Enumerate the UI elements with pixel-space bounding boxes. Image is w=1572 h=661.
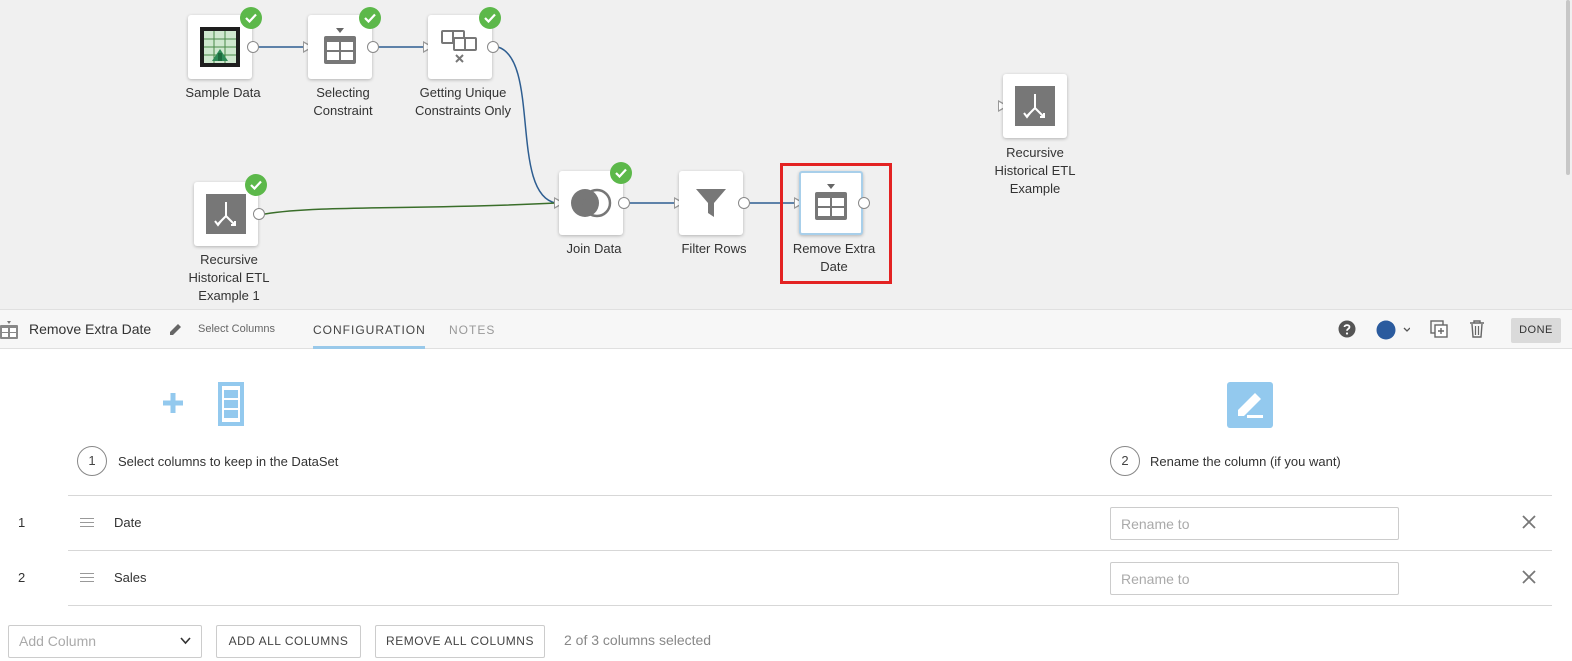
- step-number-2: 2: [1110, 446, 1140, 476]
- node-label-recursive-etl: Recursive Historical ETL Example: [994, 145, 1076, 196]
- close-icon[interactable]: [1522, 515, 1536, 529]
- selected-columns-count: 2 of 3 columns selected: [564, 632, 712, 648]
- remove-all-columns-button[interactable]: REMOVE ALL COLUMNS: [375, 625, 545, 658]
- spreadsheet-icon: [200, 27, 240, 67]
- etl-canvas[interactable]: Sample Data Selecting Constraint Getting…: [0, 0, 1572, 309]
- configuration-panel: 1 Select columns to keep in the DataSet …: [0, 349, 1572, 661]
- output-port[interactable]: [253, 208, 265, 220]
- success-check-icon: [245, 174, 267, 196]
- dataset-output-icon: [1015, 86, 1055, 126]
- node-label-recursive-etl-1: Recursive Historical ETL Example 1: [188, 252, 270, 303]
- select-columns-icon: [0, 321, 18, 339]
- drag-handle-icon[interactable]: [80, 573, 94, 585]
- node-label-join-data: Join Data: [566, 241, 622, 256]
- canvas-scrollbar[interactable]: [1566, 0, 1570, 175]
- output-port[interactable]: [487, 41, 499, 53]
- node-label-unique-constraints: Getting Unique Constraints Only: [414, 85, 512, 118]
- row-divider: [68, 495, 1552, 496]
- row-index: 1: [18, 515, 26, 530]
- filter-icon: [696, 189, 726, 217]
- column-name: Sales: [114, 570, 147, 585]
- output-port[interactable]: [367, 41, 379, 53]
- add-column-placeholder: Add Column: [19, 633, 97, 649]
- rename-input[interactable]: [1110, 562, 1399, 595]
- row-divider: [68, 605, 1552, 606]
- rename-input[interactable]: [1110, 507, 1399, 540]
- success-check-icon: [359, 7, 381, 29]
- output-port[interactable]: [618, 197, 630, 209]
- node-label-sample-data: Sample Data: [185, 85, 261, 100]
- success-check-icon: [479, 7, 501, 29]
- drag-handle-icon[interactable]: [80, 518, 94, 530]
- pencil-icon[interactable]: [168, 322, 183, 337]
- duplicate-icon[interactable]: [1430, 320, 1448, 338]
- node-filter-rows[interactable]: [679, 171, 743, 235]
- color-picker-icon[interactable]: [1376, 320, 1410, 340]
- chevron-down-icon: [180, 637, 191, 645]
- tab-configuration[interactable]: CONFIGURATION: [313, 323, 426, 337]
- node-label-selecting-constraint: Selecting Constraint: [313, 85, 373, 118]
- wire-unique-to-join: [497, 46, 557, 204]
- success-check-icon: [610, 162, 632, 184]
- close-icon[interactable]: [1522, 570, 1536, 584]
- output-port[interactable]: [738, 197, 750, 209]
- step-number-1: 1: [77, 446, 107, 476]
- add-all-columns-button[interactable]: ADD ALL COLUMNS: [216, 625, 361, 658]
- column-name: Date: [114, 515, 142, 530]
- done-button[interactable]: DONE: [1511, 318, 1561, 343]
- select-columns-icon: [324, 28, 356, 64]
- step-1-instruction: Select columns to keep in the DataSet: [118, 454, 339, 469]
- trash-icon[interactable]: [1469, 320, 1485, 338]
- node-recursive-etl[interactable]: [1003, 74, 1067, 138]
- tab-notes[interactable]: NOTES: [449, 323, 495, 337]
- output-port[interactable]: [247, 41, 259, 53]
- tile-type-label: Select Columns: [198, 323, 276, 335]
- help-icon[interactable]: [1338, 320, 1356, 338]
- join-icon: [571, 188, 612, 218]
- node-label-filter-rows: Filter Rows: [681, 241, 747, 256]
- row-index: 2: [18, 570, 26, 585]
- step-2-instruction: Rename the column (if you want): [1150, 454, 1341, 469]
- tile-toolbar: Remove Extra Date Select Columns CONFIGU…: [0, 309, 1572, 349]
- success-check-icon: [240, 7, 262, 29]
- wire-recursive-to-join: [264, 202, 557, 215]
- remove-duplicates-icon: [441, 30, 477, 63]
- selection-highlight: [780, 163, 892, 284]
- add-columns-icon: [163, 382, 244, 426]
- rename-icon: [1227, 382, 1273, 428]
- add-column-dropdown[interactable]: Add Column: [8, 625, 202, 658]
- dataset-input-icon: [206, 194, 246, 234]
- tile-title: Remove Extra Date: [29, 321, 152, 337]
- row-divider: [68, 550, 1552, 551]
